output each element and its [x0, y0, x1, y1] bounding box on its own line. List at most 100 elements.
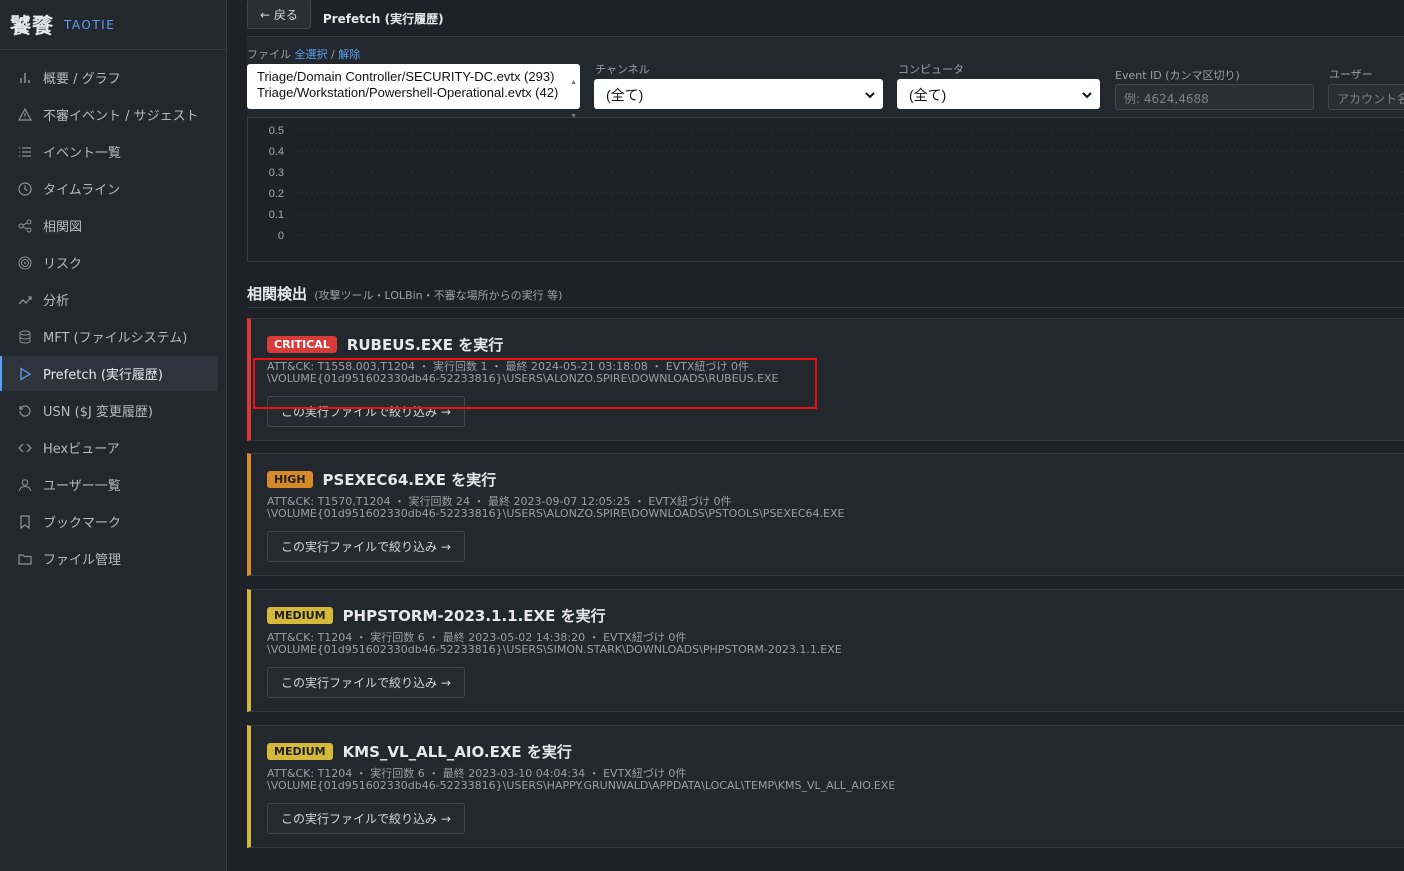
file-option[interactable]: Triage/Workstation/Powershell-Operationa…: [257, 85, 570, 101]
channel-value: (全て): [606, 87, 644, 103]
file-multiselect[interactable]: Triage/Domain Controller/SECURITY-DC.evt…: [247, 64, 580, 120]
sidebar-item-label: Prefetch (実行履歴): [43, 368, 164, 383]
filter-by-executable-button[interactable]: この実行ファイルで絞り込み →: [267, 803, 465, 834]
y-tick-label: 0.4: [269, 146, 284, 158]
filter-by-executable-button[interactable]: この実行ファイルで絞り込み →: [267, 667, 465, 698]
brand-name: 饕餮: [10, 13, 54, 38]
card-title: PSEXEC64.EXE を実行: [322, 471, 497, 489]
eventid-label: Event ID (カンマ区切り): [1115, 69, 1240, 82]
y-tick-label: 0.3: [269, 167, 284, 179]
file-option[interactable]: Triage/Domain Controller/SECURITY-DC.evt…: [257, 69, 570, 85]
detection-card: MEDIUM KMS_VL_ALL_AIO.EXE を実行 ATT&CK: T120…: [247, 725, 1404, 848]
y-tick-label: 0.2: [269, 188, 284, 200]
sidebar-item[interactable]: 不審イベント / サジェスト: [0, 97, 218, 132]
folder-icon: [17, 551, 33, 567]
bookmark-icon: [17, 514, 33, 530]
card-header: MEDIUM KMS_VL_ALL_AIO.EXE を実行: [267, 741, 572, 762]
sidebar-item-label: イベント一覧: [43, 146, 122, 161]
computer-label: コンピュータ: [898, 63, 964, 76]
chevron-down-icon: [1082, 87, 1092, 103]
filter-bar: ファイル 全選択 / 解除 Triage/Domain Controller/S…: [247, 37, 1404, 120]
sidebar-item-label: タイムライン: [43, 183, 121, 198]
sidebar-item[interactable]: イベント一覧: [0, 134, 218, 169]
brand[interactable]: 饕餮 TAOTIE: [0, 0, 226, 50]
warning-icon: [17, 107, 33, 123]
channel-select[interactable]: (全て): [594, 79, 883, 109]
highlight-box: [253, 358, 817, 409]
sidebar-nav: 概要 / グラフ不審イベント / サジェスト イベント一覧 タイムライン 相関図リスク…: [0, 50, 226, 576]
page-title: Prefetch (実行履歴): [322, 11, 444, 26]
card-title: KMS_VL_ALL_AIO.EXE を実行: [342, 743, 572, 761]
deselect-link[interactable]: 解除: [338, 48, 360, 61]
file-label: ファイル: [247, 48, 291, 61]
chart-area: 0.5 0.4 0.3 0.2 0.1 0: [247, 118, 1404, 262]
card-header: MEDIUM PHPSTORM-2023.1.1.EXE を実行: [267, 605, 606, 626]
sidebar-item-label: Hexビューア: [43, 442, 120, 457]
section-heading: 相関検出: [247, 285, 308, 303]
history-icon: [17, 403, 33, 419]
link-separator: /: [331, 48, 335, 61]
topbar: ← 戻る Prefetch (実行履歴): [247, 0, 1404, 37]
file-filter-label: ファイル 全選択 / 解除: [247, 46, 360, 62]
chart-svg: 0.5 0.4 0.3 0.2 0.1 0: [269, 125, 1404, 242]
sidebar-item[interactable]: ブックマーク: [0, 504, 218, 539]
sidebar-item-label: ブックマーク: [43, 516, 122, 531]
main-content: ← 戻る Prefetch (実行履歴) ファイル 全選択 / 解除 Triag…: [228, 0, 1404, 871]
filter-by-executable-button[interactable]: この実行ファイルで絞り込み →: [267, 531, 465, 562]
severity-badge: HIGH: [267, 471, 313, 488]
list-icon: [17, 144, 33, 160]
sidebar-item[interactable]: 相関図: [0, 208, 218, 243]
card-path: \VOLUME{01d951602330db46-52233816}\USERS…: [267, 643, 842, 656]
play-icon: [17, 366, 33, 382]
eventid-input[interactable]: 例: 4624,4688: [1115, 84, 1314, 110]
computer-select[interactable]: (全て): [897, 79, 1100, 109]
divider: [247, 307, 1404, 308]
back-button[interactable]: ← 戻る: [247, 0, 311, 29]
computer-value: (全て): [909, 87, 947, 103]
detection-card: HIGH PSEXEC64.EXE を実行 ATT&CK: T1570,T1204 …: [247, 453, 1404, 576]
sidebar-item[interactable]: ファイル管理: [0, 541, 218, 576]
sidebar-item-label: MFT (ファイルシステム): [43, 331, 188, 346]
sidebar-item-label: 概要 / グラフ: [43, 72, 121, 87]
sidebar-item-label: USN ($J 変更履歴): [43, 405, 154, 420]
card-title: RUBEUS.EXE を実行: [346, 336, 504, 354]
section-subtitle: (攻撃ツール・LOLBin・不審な場所からの実行 等): [314, 289, 563, 302]
sidebar-item-label: 不審イベント / サジェスト: [43, 109, 199, 124]
sidebar-item[interactable]: Hexビューア: [0, 430, 218, 465]
sidebar-item-label: ユーザー一覧: [43, 479, 121, 494]
severity-badge: MEDIUM: [267, 743, 333, 760]
sidebar-item[interactable]: 分析: [0, 282, 218, 317]
share-icon: [17, 218, 33, 234]
sidebar-item-label: 相関図: [43, 220, 83, 235]
sidebar-item[interactable]: 概要 / グラフ: [0, 60, 218, 95]
user-label: ユーザー: [1329, 68, 1373, 81]
user-icon: [17, 477, 33, 493]
select-all-link[interactable]: 全選択: [295, 48, 328, 61]
sidebar-item[interactable]: USN ($J 変更履歴): [0, 393, 218, 428]
y-tick-label: 0.1: [269, 209, 284, 221]
severity-badge: MEDIUM: [267, 607, 333, 624]
card-header: HIGH PSEXEC64.EXE を実行: [267, 469, 496, 490]
user-input[interactable]: アカウント名: [1328, 84, 1404, 110]
clock-icon: [17, 181, 33, 197]
y-tick-label: 0.5: [269, 125, 284, 137]
card-path: \VOLUME{01d951602330db46-52233816}\USERS…: [267, 507, 845, 520]
sidebar-item[interactable]: MFT (ファイルシステム): [0, 319, 218, 354]
sidebar-item-label: ファイル管理: [43, 553, 122, 568]
chevron-down-icon: [865, 87, 875, 103]
sidebar-item[interactable]: Prefetch (実行履歴): [0, 356, 218, 391]
code-icon: [17, 440, 33, 456]
trend-icon: [17, 292, 33, 308]
sidebar-item[interactable]: ユーザー一覧: [0, 467, 218, 502]
card-header: CRITICAL RUBEUS.EXE を実行: [267, 334, 503, 355]
y-tick-label: 0: [278, 230, 284, 242]
bar-chart-icon: [17, 70, 33, 86]
sidebar-item[interactable]: リスク: [0, 245, 218, 280]
database-icon: [17, 329, 33, 345]
card-title: PHPSTORM-2023.1.1.EXE を実行: [342, 607, 606, 625]
sidebar: 饕餮 TAOTIE 概要 / グラフ不審イベント / サジェスト イベント一覧 タイ…: [0, 0, 227, 871]
severity-badge: CRITICAL: [267, 336, 337, 353]
sidebar-item-label: 分析: [43, 294, 70, 309]
sidebar-item-label: リスク: [43, 257, 83, 272]
sidebar-item[interactable]: タイムライン: [0, 171, 218, 206]
